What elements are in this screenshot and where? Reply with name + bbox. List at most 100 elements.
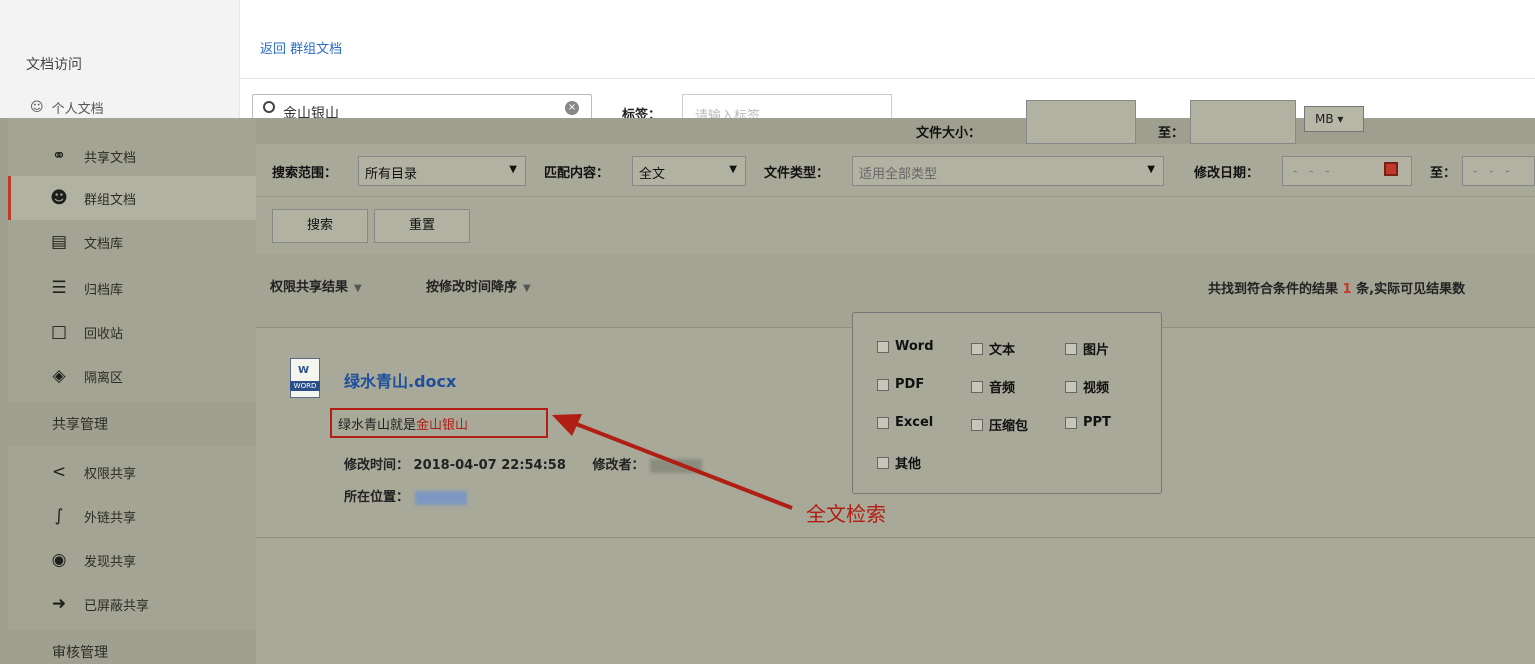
date-to-placeholder: - - - — [1473, 164, 1514, 178]
section-share-mgmt: 共享管理 — [8, 402, 256, 446]
result-meta-modified: 修改时间： 2018-04-07 22:54:58 修改者： — [344, 454, 703, 473]
modified-label: 修改时间： — [344, 458, 410, 473]
sidebar-item-blocked-share[interactable]: ➜ 已屏蔽共享 — [8, 582, 256, 626]
annotation-label: 全文检索 — [806, 502, 886, 526]
location-label: 所在位置： — [344, 490, 410, 505]
search-icon — [263, 101, 275, 113]
result-title-link[interactable]: 绿水青山.docx — [344, 368, 456, 392]
checkbox-other[interactable]: 其他 — [877, 453, 921, 472]
checkbox-label: 压缩包 — [989, 419, 1029, 434]
sidebar-item-label: 文档库 — [84, 236, 124, 252]
snippet-text: 绿水青山就是 — [338, 418, 417, 433]
sidebar-item-label: 归档库 — [84, 282, 124, 298]
sort-permission-dropdown[interactable]: 权限共享结果 ▼ — [270, 276, 362, 295]
sidebar-item-label: 外链共享 — [84, 510, 137, 526]
size-min-input[interactable] — [1026, 100, 1136, 144]
sidebar-item-label: 已屏蔽共享 — [84, 598, 150, 614]
modified-value: 2018-04-07 22:54:58 — [413, 458, 566, 473]
sidebar-item-discover-share[interactable]: ◉ 发现共享 — [8, 538, 256, 582]
date-label: 修改日期： — [1194, 166, 1260, 181]
checkbox-label: 其他 — [895, 457, 922, 472]
caret-down-icon: ▼ — [509, 164, 517, 175]
date-from-placeholder: - - - — [1293, 164, 1334, 178]
result-snippet: 绿水青山就是金山银山 — [330, 408, 548, 438]
size-to-label: 至： — [1158, 126, 1185, 141]
caret-down-icon: ▼ — [1147, 164, 1155, 175]
clear-icon[interactable]: × — [565, 101, 579, 115]
sidebar-edge — [0, 118, 8, 664]
scope-select[interactable]: 所有目录 ▼ — [358, 156, 526, 186]
checkbox-ppt[interactable]: PPT — [1065, 415, 1111, 430]
size-filter-band: 文件大小： 至： MB ▾ — [256, 100, 1535, 144]
search-button[interactable]: 搜索 — [272, 209, 368, 243]
file-size-label: 文件大小： — [916, 126, 982, 141]
match-value: 全文 — [639, 167, 666, 182]
blocked-share-icon: ➜ — [51, 594, 67, 614]
page-header: 返回 群组文档 金山银山 × 标签： 请输入标签 — [240, 0, 1535, 118]
modal-overlay: ⚭ 共享文档 ☻ 群组文档 ▤ 文档库 ☰ 归档库 □ 回收站 ◈ 隔离区 共享… — [0, 100, 1535, 664]
checkbox-excel[interactable]: Excel — [877, 415, 933, 430]
checkbox-label: Excel — [895, 415, 934, 430]
sidebar-item-label: 共享文档 — [84, 150, 137, 166]
section-audit: 审核管理 — [8, 630, 256, 664]
checkbox-label: 图片 — [1083, 343, 1110, 358]
redacted-location[interactable] — [415, 490, 468, 505]
type-label: 文件类型： — [764, 166, 830, 181]
back-link[interactable]: 返回 群组文档 — [260, 38, 342, 57]
sidebar-item-quarantine[interactable]: ◈ 隔离区 — [8, 354, 256, 398]
sidebar-item-group-docs[interactable]: ☻ 群组文档 — [8, 176, 256, 220]
file-type-dropdown: Word 文本 图片 PDF 音频 视频 Excel 压缩包 PPT 其他 — [852, 312, 1162, 494]
trash-icon: □ — [50, 322, 68, 342]
divider — [240, 78, 1535, 79]
calendar-icon[interactable] — [1384, 162, 1398, 176]
filter-row: 搜索范围： 所有目录 ▼ 匹配内容： 全文 ▼ 文件类型： 适用全部类型 ▼ 修… — [256, 146, 1535, 196]
checkbox-image[interactable]: 图片 — [1065, 339, 1109, 358]
tag-label: 标签： — [622, 108, 662, 118]
tag-input[interactable]: 请输入标签 — [682, 94, 892, 118]
sidebar-item-permission-share[interactable]: < 权限共享 — [8, 450, 256, 494]
share-icon: ⚭ — [51, 146, 67, 166]
sidebar-item-library[interactable]: ▤ 文档库 — [8, 220, 256, 264]
size-max-input[interactable] — [1190, 100, 1296, 144]
match-label: 匹配内容： — [544, 166, 610, 181]
checkbox-archive[interactable]: 压缩包 — [971, 415, 1028, 434]
checkbox-label: Word — [895, 339, 934, 354]
sort-time-dropdown[interactable]: 按修改时间降序 ▼ — [426, 276, 531, 295]
sidebar-item-label: 个人文档 — [51, 101, 104, 117]
checkbox-label: PPT — [1083, 415, 1111, 430]
section-doc-access: 文档访问 — [26, 57, 82, 73]
match-select[interactable]: 全文 ▼ — [632, 156, 746, 186]
checkbox-label: 音频 — [989, 381, 1016, 396]
keyword-input[interactable]: 金山银山 × — [252, 94, 592, 118]
reset-button[interactable]: 重置 — [374, 209, 470, 243]
checkbox-video[interactable]: 视频 — [1065, 377, 1109, 396]
sidebar-item-label: 隔离区 — [84, 370, 124, 386]
sidebar-item-label: 回收站 — [84, 326, 124, 342]
checkbox-label: 文本 — [989, 343, 1016, 358]
count-prefix: 共找到符合条件的结果 — [1208, 282, 1339, 297]
link-share-icon: ∫ — [54, 506, 64, 526]
date-to-input[interactable]: - - - — [1462, 156, 1535, 186]
sidebar-item-label: 群组文档 — [84, 192, 137, 208]
quarantine-icon: ◈ — [52, 366, 66, 386]
sidebar-item-label: 发现共享 — [84, 554, 137, 570]
count-suffix: 条,实际可见结果数 — [1356, 282, 1466, 297]
library-icon: ▤ — [50, 232, 68, 252]
eye-icon: ◉ — [51, 550, 67, 570]
type-select[interactable]: 适用全部类型 ▼ — [852, 156, 1164, 186]
checkbox-audio[interactable]: 音频 — [971, 377, 1015, 396]
checkbox-word[interactable]: Word — [877, 339, 934, 354]
modifier-label: 修改者： — [592, 458, 645, 473]
size-unit-select[interactable]: MB ▾ — [1304, 106, 1364, 132]
sidebar-item-link-share[interactable]: ∫ 外链共享 — [8, 494, 256, 538]
sidebar-item-archive[interactable]: ☰ 归档库 — [8, 266, 256, 310]
checkbox-pdf[interactable]: PDF — [877, 377, 924, 392]
permission-share-icon: < — [51, 462, 67, 482]
sidebar-item-trash[interactable]: □ 回收站 — [8, 310, 256, 354]
checkbox-label: 视频 — [1083, 381, 1110, 396]
checkbox-text[interactable]: 文本 — [971, 339, 1015, 358]
sidebar-item-personal-docs[interactable]: ☺ 个人文档 — [30, 96, 104, 118]
sidebar: ⚭ 共享文档 ☻ 群组文档 ▤ 文档库 ☰ 归档库 □ 回收站 ◈ 隔离区 共享… — [0, 118, 256, 664]
result-meta-location: 所在位置： — [344, 486, 468, 505]
sidebar-item-shared-docs[interactable]: ⚭ 共享文档 — [8, 134, 256, 178]
